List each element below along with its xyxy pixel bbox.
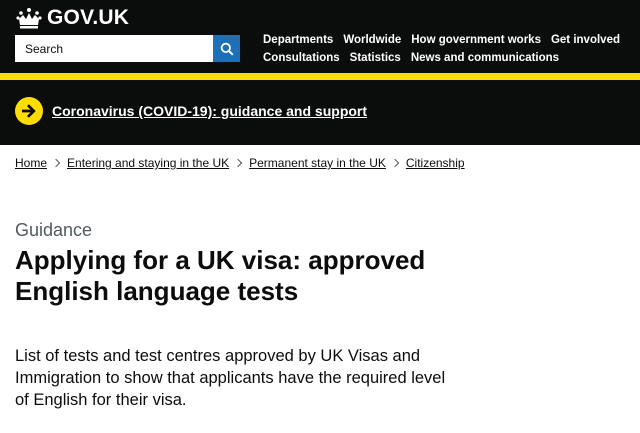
page-description: List of tests and test centres approved … <box>15 345 485 411</box>
site-header: GOV.UK Departments Worldwide How governm… <box>0 0 640 79</box>
covid-guidance-link[interactable]: Coronavirus (COVID-19): guidance and sup… <box>52 103 367 119</box>
page-title: Applying for a UK visa: approved English… <box>15 245 455 307</box>
breadcrumb-permanent-stay[interactable]: Permanent stay in the UK <box>249 156 386 170</box>
chevron-right-icon <box>233 158 243 168</box>
page-title-line: English language tests <box>15 276 299 306</box>
page-caption: Guidance <box>15 220 93 240</box>
govuk-logo[interactable]: GOV.UK <box>16 6 129 30</box>
page-title-line: Applying for a UK visa: approved <box>15 245 426 275</box>
search-icon <box>220 42 234 56</box>
covid-banner: Coronavirus (COVID-19): guidance and sup… <box>0 80 640 145</box>
search-button[interactable] <box>213 35 240 62</box>
breadcrumb-entering-and-staying[interactable]: Entering and staying in the UK <box>67 156 229 170</box>
crown-icon <box>16 8 42 29</box>
nav-link-worldwide[interactable]: Worldwide <box>343 34 401 46</box>
nav-row: Consultations Statistics News and commun… <box>263 49 638 67</box>
breadcrumb-citizenship[interactable]: Citizenship <box>406 156 465 170</box>
description-line: List of tests and test centres approved … <box>15 347 421 365</box>
header-accent-bar <box>0 73 640 80</box>
nav-link-consultations[interactable]: Consultations <box>263 52 340 64</box>
breadcrumb-home[interactable]: Home <box>15 156 47 170</box>
chevron-right-icon <box>390 158 400 168</box>
nav-link-get-involved[interactable]: Get involved <box>551 34 620 46</box>
description-line: of English for their visa. <box>15 391 187 409</box>
description-line: Immigration to show that applicants have… <box>15 369 446 387</box>
nav-link-statistics[interactable]: Statistics <box>350 52 401 64</box>
nav-link-departments[interactable]: Departments <box>263 34 333 46</box>
search-input[interactable] <box>15 35 213 62</box>
chevron-right-icon <box>51 158 61 168</box>
search-bar <box>15 35 240 62</box>
main-navigation: Departments Worldwide How government wor… <box>263 31 638 67</box>
nav-link-news-and-communications[interactable]: News and communications <box>411 52 559 64</box>
nav-link-how-government-works[interactable]: How government works <box>411 34 541 46</box>
breadcrumb: Home Entering and staying in the UK Perm… <box>15 156 465 170</box>
logo-text: GOV.UK <box>47 6 130 29</box>
arrow-right-circle-icon <box>15 97 43 125</box>
nav-row: Departments Worldwide How government wor… <box>263 31 638 49</box>
